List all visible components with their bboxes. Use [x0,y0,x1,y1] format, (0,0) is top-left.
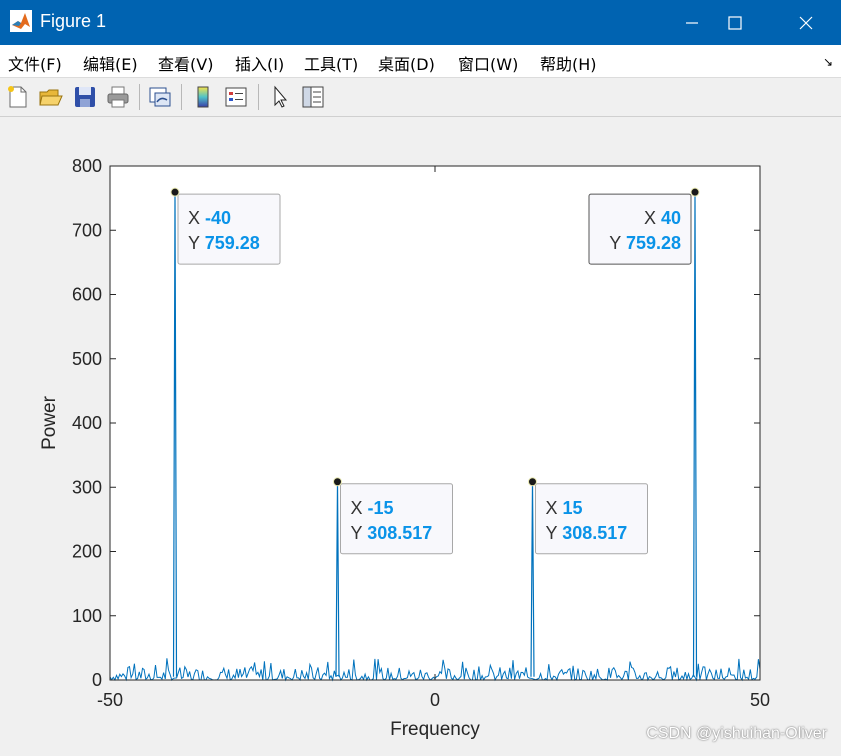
datatip-marker[interactable] [333,477,342,487]
y-tick-label: 700 [72,220,102,240]
menu-tools[interactable]: 工具(T) [304,51,358,75]
y-tick-label: 300 [72,477,102,497]
maximize-button[interactable] [705,0,765,45]
menu-file[interactable]: 文件(F) [8,51,62,75]
datatip-box [340,483,453,555]
x-axis-label: Frequency [390,719,480,740]
datatip[interactable]: X 15 Y 308.517 [528,477,648,555]
figure-toolbar [0,78,841,117]
y-tick-label: 200 [72,542,102,562]
power-spectrum-chart: 0100200300400500600700800 -50 0 50 Frequen… [39,156,770,740]
datatip-y-text: Y 759.28 [188,233,260,253]
close-icon [799,16,813,29]
print-icon[interactable] [105,84,131,110]
toolbar-separator [258,84,259,110]
toolbar-separator [181,84,182,110]
new-figure-icon[interactable] [5,84,31,110]
datatip-marker[interactable] [690,187,700,197]
datatip-x-text: X 40 [644,208,681,228]
minimize-icon [686,21,698,24]
close-button[interactable] [776,0,836,45]
y-tick-label: 500 [72,349,102,369]
title-bar: Figure 1 [0,0,841,45]
menu-bar: 文件(F) 编辑(E) 查看(V) 插入(I) 工具(T) 桌面(D) 窗口(W… [0,45,841,78]
watermark: CSDN @yishuihan-Oliver [646,725,827,742]
y-tick-label: 600 [72,285,102,305]
datatip-x-text: X 15 [546,498,583,518]
datatip-box [177,193,281,265]
datatip-y-text: Y 759.28 [609,233,681,253]
datatip[interactable]: X -40 Y 759.28 [170,187,281,265]
window-title: Figure 1 [40,11,107,31]
datatip-box [588,193,692,265]
menu-window[interactable]: 窗口(W) [458,51,518,75]
legend-icon[interactable] [223,84,249,110]
datatip-y-text: Y 308.517 [351,523,433,543]
datatip-y-text: Y 308.517 [546,523,628,543]
datatip-marker[interactable] [528,477,537,487]
menu-insert[interactable]: 插入(I) [235,51,284,75]
link-plot-icon[interactable] [147,84,173,110]
datatip-marker[interactable] [170,187,180,197]
y-tick-label: 100 [72,606,102,626]
menu-desktop[interactable]: 桌面(D) [378,51,435,75]
datatip-box [535,483,648,555]
open-file-icon[interactable] [38,84,64,110]
save-icon[interactable] [72,84,98,110]
datatip[interactable]: X 40 Y 759.28 [588,187,700,265]
y-axis-label: Power [39,395,60,450]
dock-arrow-icon[interactable]: ↘ [823,55,833,69]
y-tick-label: 800 [72,156,102,176]
y-tick-label: 0 [92,670,102,690]
menu-edit[interactable]: 编辑(E) [83,51,138,75]
colorbar-icon[interactable] [190,84,216,110]
toolbar-separator [139,84,140,110]
x-tick-label: 0 [430,690,440,710]
y-tick-label: 400 [72,413,102,433]
datatip-x-text: X -40 [188,208,231,228]
menu-help[interactable]: 帮助(H) [540,51,597,75]
maximize-icon [728,15,742,30]
x-tick-label: -50 [97,690,123,710]
matlab-logo-icon [10,10,32,32]
property-inspector-icon[interactable] [300,84,326,110]
datatip-x-text: X -15 [351,498,394,518]
figure-canvas: 0 100 200 300 400 500 600 700 800 -50 0 50 Frequen… [0,117,841,751]
menu-view[interactable]: 查看(V) [158,51,213,75]
x-tick-label: 50 [750,690,770,710]
select-arrow-icon[interactable] [267,84,293,110]
datatip[interactable]: X -15 Y 308.517 [333,477,453,555]
